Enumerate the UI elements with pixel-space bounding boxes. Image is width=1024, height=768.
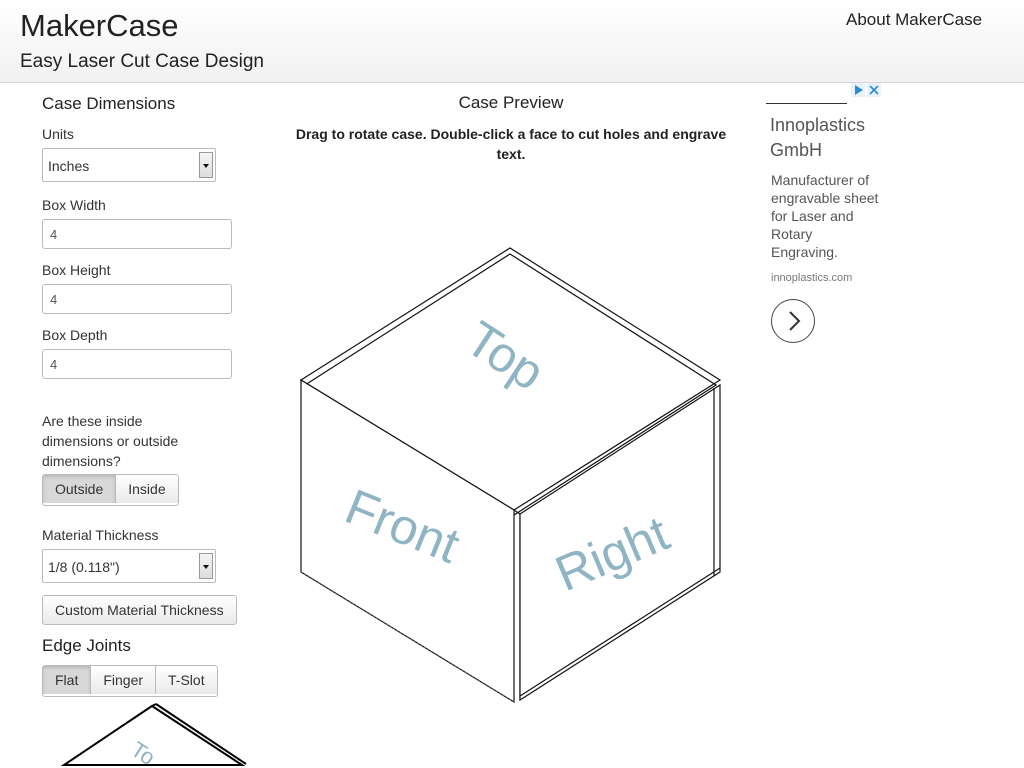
about-link[interactable]: About MakerCase [846,10,982,30]
dimensions-question: Are these inside dimensions or outside d… [42,413,179,469]
units-select[interactable]: Inches [42,148,216,182]
ad-banner[interactable]: Innoplastics GmbH Manufacturer of engrav… [766,82,882,352]
flat-joint-button[interactable]: Flat [43,666,92,694]
case-preview-title: Case Preview [458,93,564,112]
site-title[interactable]: MakerCase [20,8,179,44]
units-label: Units [42,126,74,142]
material-thickness-value: 1/8 (0.118") [48,559,120,575]
chevron-down-icon[interactable] [199,553,213,579]
chevron-right-icon[interactable] [771,299,815,343]
edge-joints-heading: Edge Joints [42,636,131,655]
units-value: Inches [48,158,90,174]
site-subtitle: Easy Laser Cut Case Design [20,51,264,72]
material-thickness-label: Material Thickness [42,527,159,543]
box-width-input[interactable]: 4 [42,219,232,249]
ad-title[interactable]: Innoplastics GmbH [770,113,880,163]
box-height-input[interactable]: 4 [42,284,232,314]
box-height-label: Box Height [42,262,111,278]
ad-divider [766,103,847,104]
outside-button[interactable]: Outside [43,475,117,503]
material-thickness-select[interactable]: 1/8 (0.118") [42,549,216,583]
site-header: MakerCase Easy Laser Cut Case Design Abo… [0,0,1024,83]
edge-joint-thumbnail: To [60,703,247,768]
case-preview-instructions: Drag to rotate case. Double-click a face… [295,126,727,162]
case-preview-canvas[interactable]: Top Front Right [280,230,742,710]
tslot-joint-button[interactable]: T-Slot [156,666,217,694]
inside-outside-toggle: Outside Inside [42,474,179,506]
ad-url[interactable]: innoplastics.com [771,272,852,284]
box-depth-input[interactable]: 4 [42,349,232,379]
chevron-down-icon[interactable] [199,152,213,178]
finger-joint-button[interactable]: Finger [91,666,157,694]
inside-button[interactable]: Inside [116,475,178,503]
case-dimensions-heading: Case Dimensions [42,94,176,113]
custom-material-thickness-button[interactable]: Custom Material Thickness [42,595,237,625]
thumbnail-edge [151,703,157,707]
ad-choices-icon[interactable] [851,83,865,97]
close-icon[interactable] [867,83,881,97]
edge-joints-toggle: Flat Finger T-Slot [42,665,218,697]
ad-description: Manufacturer of engravable sheet for Las… [771,172,879,260]
box-depth-label: Box Depth [42,327,108,343]
box-width-label: Box Width [42,197,106,213]
